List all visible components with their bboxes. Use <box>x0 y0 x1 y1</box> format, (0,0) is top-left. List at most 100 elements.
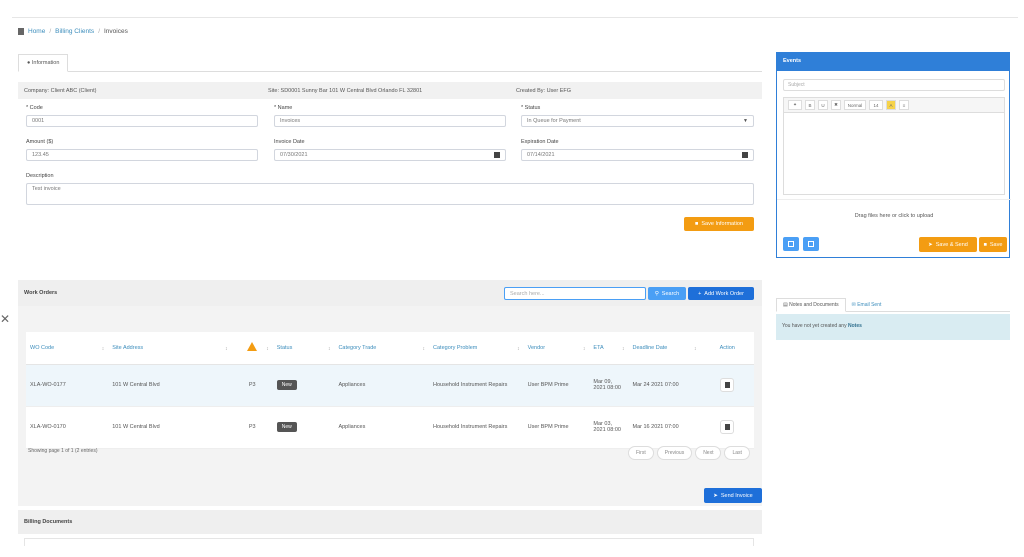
pager-previous[interactable]: Previous <box>656 446 693 460</box>
col-status[interactable]: Status ↕ <box>272 332 335 365</box>
save-event-button[interactable]: ■ Save <box>979 237 1007 252</box>
save-event-label: Save <box>989 241 1003 248</box>
app-frame: Home / Billing Clients / Invoices ● Info… <box>12 17 1018 546</box>
eraser-icon[interactable]: ✖ <box>831 100 841 110</box>
sort-icon: ↕ <box>266 346 269 352</box>
work-order-search-input[interactable]: Search here... <box>504 287 646 300</box>
send-invoice-button[interactable]: ➤ Send Invoice <box>704 488 762 503</box>
save-and-send-label: Save & Send <box>935 241 968 248</box>
col-site-address[interactable]: Site Address ↕ <box>108 332 232 365</box>
table-row[interactable]: XLA-WO-0177 101 W Central Blvd P3 New Ap… <box>26 364 754 407</box>
pagination: First Previous Next Last <box>628 446 750 460</box>
name-field[interactable]: Invoices <box>274 115 506 127</box>
add-work-order-button[interactable]: + Add Work Order <box>688 287 754 300</box>
action-cell <box>700 406 754 449</box>
priority-cell: P3 <box>231 364 273 407</box>
wo-code-cell[interactable]: XLA-WO-0170 <box>26 406 109 449</box>
sort-icon: ↕ <box>327 346 331 352</box>
font-style-select[interactable]: Normal <box>844 100 866 110</box>
vendor-cell[interactable]: User BPM Prime <box>523 364 590 407</box>
save-and-send-button[interactable]: ➤ Save & Send <box>919 237 977 252</box>
search-button[interactable]: ⚲ Search <box>648 287 686 300</box>
tab-email-sent-label: Email Sent <box>857 302 882 308</box>
deadline-cell: Mar 16 2021 07:00 <box>628 406 701 449</box>
tab-information[interactable]: ● Information <box>18 54 69 72</box>
site-info: Site: SD0001 Sunny Bar 101 W Central Blv… <box>268 87 423 94</box>
breadcrumb-home[interactable]: Home <box>28 28 45 35</box>
notes-link[interactable]: Notes <box>848 323 862 329</box>
save-information-button[interactable]: ■ Save Information <box>684 217 754 231</box>
subject-input[interactable]: Subject <box>783 79 1005 91</box>
col-category-problem[interactable]: Category Problem ↕ <box>429 332 524 365</box>
description-field[interactable]: Test invoice <box>26 183 754 205</box>
eta-cell: Mar 09, 2021 08:00 <box>589 364 629 407</box>
wo-code-cell[interactable]: XLA-WO-0177 <box>26 364 109 407</box>
close-icon[interactable]: ✕ <box>0 312 10 326</box>
file-dropzone[interactable]: Drag files here or click to upload <box>777 213 1011 219</box>
col-priority[interactable]: ↕ <box>231 332 273 365</box>
calendar-icon[interactable] <box>494 152 500 158</box>
status-label: * Status <box>521 105 541 111</box>
trash-icon <box>724 382 730 388</box>
magic-icon[interactable]: ✦ <box>788 100 802 110</box>
col-wo-code[interactable]: WO Code ↕ <box>26 332 109 365</box>
highlight-icon[interactable]: A <box>886 100 896 110</box>
events-title: Events <box>777 53 1009 71</box>
attach-button[interactable] <box>783 237 799 251</box>
sort-icon: ↕ <box>693 346 697 352</box>
category-trade-cell: Appliances <box>334 406 430 449</box>
pager-next[interactable]: Next <box>695 446 722 460</box>
tab-notes-documents[interactable]: ▤ Notes and Documents <box>776 298 846 312</box>
status-cell: New <box>272 364 335 407</box>
sort-icon: ↕ <box>621 346 625 352</box>
status-select[interactable]: In Queue for Payment ▼ <box>521 115 754 127</box>
breadcrumb-separator: / <box>49 28 52 35</box>
amount-field[interactable]: 123.45 <box>26 149 258 161</box>
col-eta[interactable]: ETA ↕ <box>589 332 629 365</box>
table-row[interactable]: XLA-WO-0170 101 W Central Blvd P3 New Ap… <box>26 406 754 449</box>
event-editor[interactable] <box>783 113 1005 195</box>
category-problem-cell: Household Instrument Repairs <box>429 406 524 449</box>
col-action-label: Action <box>719 344 735 351</box>
expiration-date-label: Expiration Date <box>521 139 559 145</box>
col-status-label: Status <box>276 344 293 351</box>
pager-first[interactable]: First <box>628 446 654 460</box>
category-problem-cell: Household Instrument Repairs <box>429 364 524 407</box>
sort-icon: ↕ <box>582 346 586 352</box>
calendar-button[interactable] <box>803 237 819 251</box>
underline-icon[interactable]: U <box>818 100 828 110</box>
expiration-date-value: 07/14/2021 <box>527 152 555 158</box>
warning-icon <box>247 342 258 352</box>
vendor-cell[interactable]: User BPM Prime <box>523 406 590 449</box>
site-address-cell[interactable]: 101 W Central Blvd <box>108 364 232 407</box>
breadcrumb-billing-clients[interactable]: Billing Clients <box>55 28 94 35</box>
font-size-select[interactable]: 14 <box>869 100 883 110</box>
expiration-date-field[interactable]: 07/14/2021 <box>521 149 754 161</box>
pager-last[interactable]: Last <box>724 446 750 460</box>
editor-toolbar: ✦ B U ✖ Normal 14 A ≡ <box>783 97 1005 113</box>
breadcrumb: Home / Billing Clients / Invoices <box>18 28 128 35</box>
divider <box>777 199 1011 200</box>
tab-email-sent[interactable]: ✉ Email Sent <box>846 299 888 311</box>
site-address-cell[interactable]: 101 W Central Blvd <box>108 406 232 449</box>
bold-icon[interactable]: B <box>805 100 815 110</box>
col-vendor[interactable]: Vendor ↕ <box>523 332 590 365</box>
search-placeholder: Search here... <box>510 290 545 297</box>
delete-row-button[interactable] <box>720 378 735 392</box>
col-eta-label: ETA <box>593 344 604 351</box>
col-category-trade[interactable]: Category Trade ↕ <box>334 332 430 365</box>
category-trade-cell: Appliances <box>334 364 430 407</box>
save-icon: ■ <box>695 221 699 227</box>
invoice-date-field[interactable]: 07/30/2021 <box>274 149 506 161</box>
work-orders-table: WO Code ↕ Site Address ↕ ↕ Status ↕ Categor… <box>26 332 754 449</box>
col-deadline-date[interactable]: Deadline Date ↕ <box>628 332 701 365</box>
code-field[interactable]: 0001 <box>26 115 258 127</box>
delete-row-button[interactable] <box>720 420 735 434</box>
invoice-info-header: Company: Client ABC (Client) Site: SD000… <box>18 82 762 99</box>
action-cell <box>700 364 754 407</box>
paperclip-icon <box>788 241 794 247</box>
calendar-icon[interactable] <box>742 152 748 158</box>
list-icon[interactable]: ≡ <box>899 100 909 110</box>
deadline-cell: Mar 24 2021 07:00 <box>628 364 701 407</box>
add-work-order-label: Add Work Order <box>704 290 744 297</box>
